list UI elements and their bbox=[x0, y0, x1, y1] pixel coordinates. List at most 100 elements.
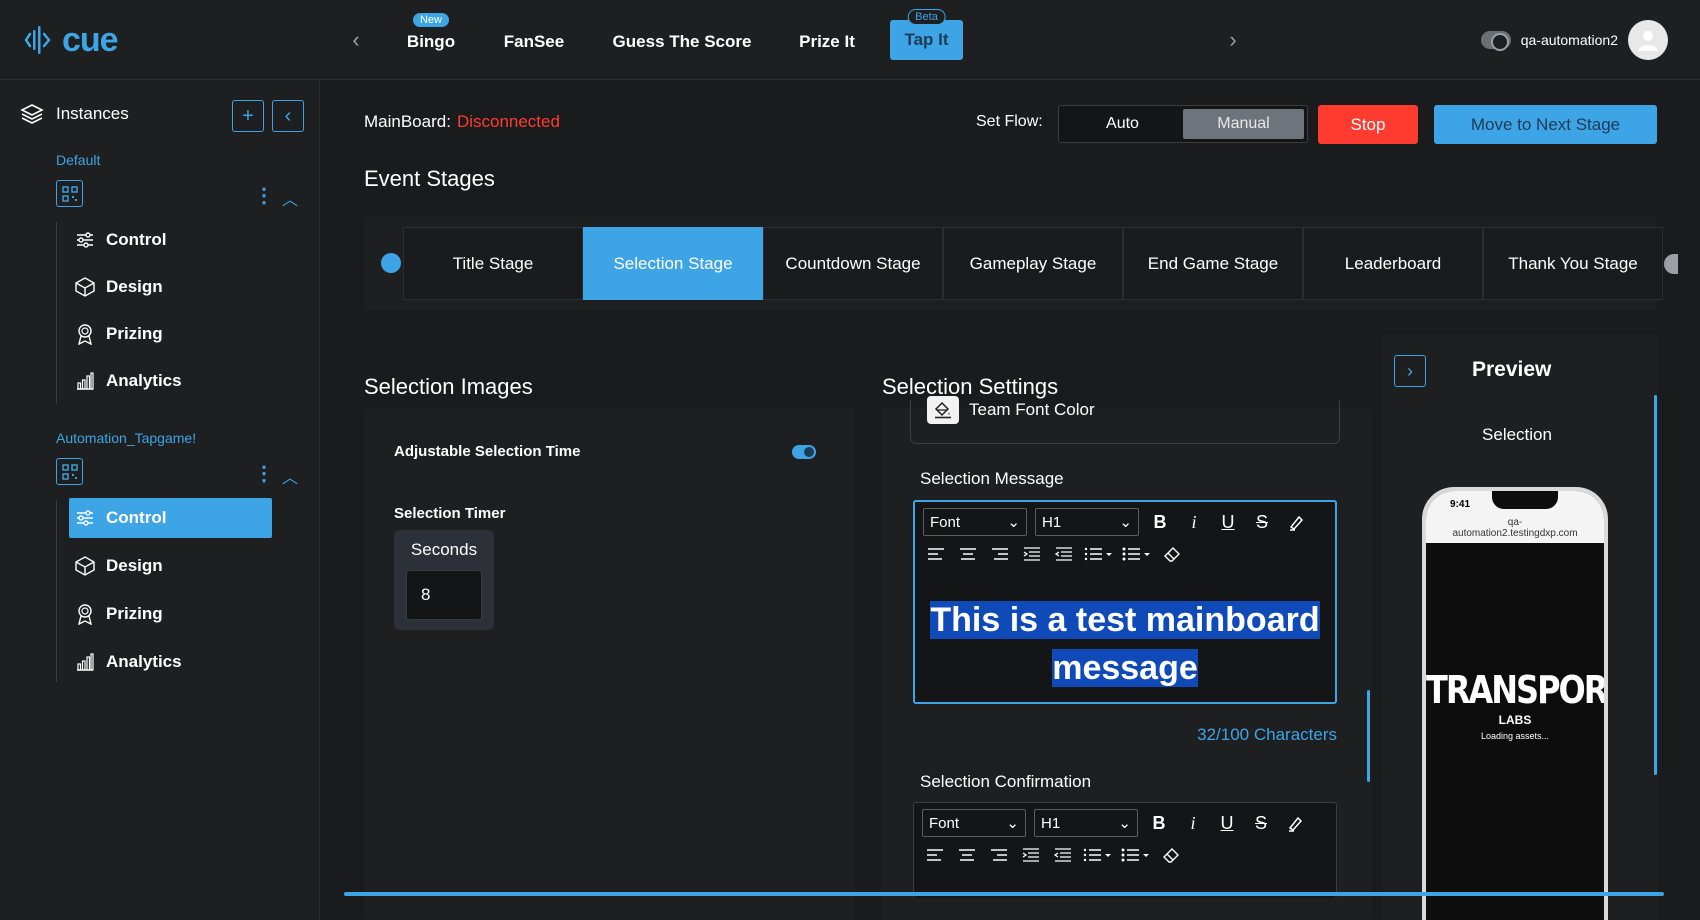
tab-bingo[interactable]: Bingo New bbox=[396, 13, 466, 60]
collapse-preview-button[interactable]: › bbox=[1394, 355, 1426, 387]
stage-selection[interactable]: Selection Stage bbox=[583, 227, 763, 300]
selection-message-editor[interactable]: Font ⌄ H1 ⌄ B i U S This is a test mainboa… bbox=[913, 500, 1337, 704]
stop-button[interactable]: Stop bbox=[1318, 105, 1418, 144]
italic-icon[interactable]: i bbox=[1180, 811, 1206, 835]
font-select[interactable]: Font ⌄ bbox=[923, 508, 1027, 536]
sidebar-item-control[interactable]: Control bbox=[69, 498, 272, 538]
bar-chart-icon bbox=[74, 651, 96, 673]
indent-icon[interactable] bbox=[1050, 843, 1076, 867]
heading-select[interactable]: H1 ⌄ bbox=[1034, 809, 1138, 837]
eraser-icon[interactable] bbox=[1158, 843, 1184, 867]
avatar[interactable] bbox=[1628, 20, 1668, 60]
flow-manual-option[interactable]: Manual bbox=[1183, 109, 1304, 139]
eraser-icon[interactable] bbox=[1159, 542, 1185, 566]
sidebar-item-design[interactable]: Design bbox=[69, 546, 272, 586]
italic-icon[interactable]: i bbox=[1181, 510, 1207, 534]
stage-leaderboard[interactable]: Leaderboard bbox=[1303, 227, 1483, 300]
underline-icon[interactable]: U bbox=[1215, 510, 1241, 534]
sidebar-item-analytics[interactable]: Analytics bbox=[69, 361, 272, 401]
user-area: qa-automation2 bbox=[1480, 20, 1668, 60]
logo-text: cue bbox=[62, 20, 119, 59]
stage-end-game[interactable]: End Game Stage bbox=[1123, 227, 1303, 300]
outdent-icon[interactable] bbox=[1019, 542, 1045, 566]
highlighter-icon[interactable] bbox=[1282, 811, 1308, 835]
align-right-icon[interactable] bbox=[987, 542, 1013, 566]
stage-countdown[interactable]: Countdown Stage bbox=[763, 227, 943, 300]
highlighter-icon[interactable] bbox=[1283, 510, 1309, 534]
tab-fansee[interactable]: FanSee bbox=[498, 24, 570, 60]
heading-select[interactable]: H1 ⌄ bbox=[1035, 508, 1139, 536]
cue-logo[interactable]: cue bbox=[22, 20, 119, 60]
ordered-list-icon[interactable] bbox=[1083, 542, 1115, 566]
qr-grid-button[interactable] bbox=[56, 180, 83, 207]
ordered-list-icon[interactable] bbox=[1082, 843, 1114, 867]
instance-name-automation-tapgame[interactable]: Automation_Tapgame! bbox=[56, 430, 196, 446]
align-left-icon[interactable] bbox=[923, 542, 949, 566]
align-right-icon[interactable] bbox=[986, 843, 1012, 867]
kebab-menu-icon[interactable]: ⋮ bbox=[254, 461, 274, 486]
phone-browser-bar: 9:41 qa- automation2.testingdxp.com bbox=[1426, 491, 1604, 543]
beta-badge: Beta bbox=[907, 9, 946, 25]
sidebar-item-label: Control bbox=[106, 508, 167, 527]
sidebar-item-control[interactable]: Control bbox=[69, 220, 272, 260]
editor-toolbar-row1: Font ⌄ H1 ⌄ B i U S bbox=[923, 508, 1309, 536]
chevron-down-icon: ⌄ bbox=[1006, 815, 1019, 832]
align-left-icon[interactable] bbox=[922, 843, 948, 867]
team-font-color-field[interactable]: Team Font Color bbox=[910, 396, 1340, 444]
bullet-list-icon[interactable] bbox=[1120, 843, 1152, 867]
chevron-up-icon[interactable]: ︿ bbox=[282, 464, 298, 488]
tab-tap-it[interactable]: Tap It Beta bbox=[890, 9, 963, 60]
username: qa-automation2 bbox=[1520, 32, 1618, 48]
selection-message-text[interactable]: This is a test mainboard message bbox=[915, 596, 1335, 692]
sidebar-item-prizing[interactable]: Prizing bbox=[69, 594, 272, 634]
instance-name-default[interactable]: Default bbox=[56, 152, 100, 168]
settings-scrollbar[interactable] bbox=[1367, 690, 1370, 782]
align-center-icon[interactable] bbox=[954, 843, 980, 867]
underline-icon[interactable]: U bbox=[1214, 811, 1240, 835]
sidebar-item-prizing[interactable]: Prizing bbox=[69, 314, 272, 354]
main-horizontal-scrollbar[interactable] bbox=[344, 892, 1664, 896]
tab-prize-it[interactable]: Prize It bbox=[794, 24, 860, 60]
kebab-menu-icon[interactable]: ⋮ bbox=[254, 183, 274, 208]
seconds-input[interactable]: 8 bbox=[406, 570, 482, 620]
adjustable-selection-time-label: Adjustable Selection Time bbox=[394, 443, 581, 460]
transported-logo: TRANSPORTED bbox=[1426, 667, 1605, 713]
font-select[interactable]: Font ⌄ bbox=[922, 809, 1026, 837]
stage-thank-you[interactable]: Thank You Stage bbox=[1483, 227, 1663, 300]
sidebar-item-analytics[interactable]: Analytics bbox=[69, 642, 272, 682]
qr-grid-button[interactable] bbox=[56, 458, 83, 485]
flow-auto-option[interactable]: Auto bbox=[1062, 109, 1183, 139]
preview-scrollbar[interactable] bbox=[1654, 395, 1657, 775]
theme-toggle[interactable] bbox=[1480, 31, 1511, 51]
nav-next-arrow[interactable]: › bbox=[1221, 26, 1245, 54]
tab-label: Bingo bbox=[406, 32, 456, 51]
phone-notch bbox=[1492, 491, 1558, 509]
align-center-icon[interactable] bbox=[955, 542, 981, 566]
bold-icon[interactable]: B bbox=[1147, 510, 1173, 534]
tab-guess-the-score[interactable]: Guess The Score bbox=[610, 24, 754, 60]
sidebar-item-label: Analytics bbox=[106, 652, 182, 671]
outdent-icon[interactable] bbox=[1018, 843, 1044, 867]
bullet-list-icon[interactable] bbox=[1121, 542, 1153, 566]
message-line-1: This is a test mainboard bbox=[930, 601, 1320, 639]
collapse-sidebar-button[interactable]: ‹ bbox=[272, 100, 304, 132]
qr-code-icon bbox=[61, 185, 78, 202]
strikethrough-icon[interactable]: S bbox=[1248, 811, 1274, 835]
flow-toggle: Auto Manual bbox=[1058, 105, 1308, 143]
add-instance-button[interactable]: + bbox=[232, 100, 264, 132]
nav-prev-arrow[interactable]: ‹ bbox=[344, 26, 368, 54]
sidebar-item-label: Prizing bbox=[106, 324, 163, 343]
indent-icon[interactable] bbox=[1051, 542, 1077, 566]
selection-confirmation-editor[interactable]: Font ⌄ H1 ⌄ B i U S bbox=[913, 802, 1337, 898]
adjustable-selection-time-toggle[interactable] bbox=[792, 445, 816, 459]
bold-icon[interactable]: B bbox=[1146, 811, 1172, 835]
stage-gameplay[interactable]: Gameplay Stage bbox=[943, 227, 1123, 300]
move-to-next-stage-button[interactable]: Move to Next Stage bbox=[1434, 105, 1657, 144]
sidebar: Instances + ‹ Default ⋮ ︿ Control Design… bbox=[0, 80, 320, 920]
sidebar-item-design[interactable]: Design bbox=[69, 267, 272, 307]
strikethrough-icon[interactable]: S bbox=[1249, 510, 1275, 534]
editor-toolbar-row2 bbox=[922, 843, 1184, 867]
tree-line bbox=[56, 500, 57, 682]
chevron-up-icon[interactable]: ︿ bbox=[282, 186, 298, 210]
stage-title[interactable]: Title Stage bbox=[403, 227, 583, 300]
